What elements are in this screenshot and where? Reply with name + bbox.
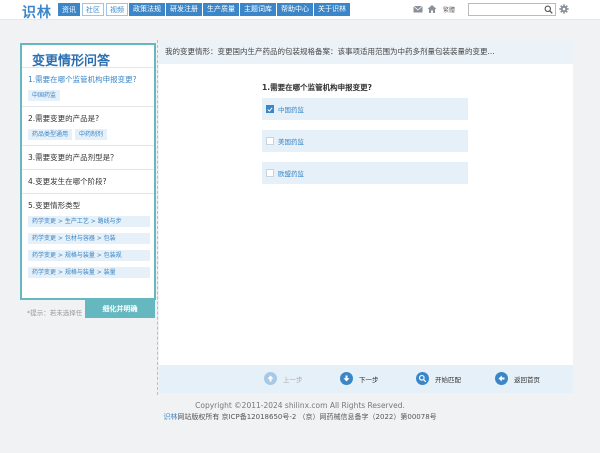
start-match-button[interactable]: 开始匹配 — [416, 372, 461, 385]
nav-community[interactable]: 社区 — [82, 3, 104, 16]
answer-tag[interactable]: 药学变更 > 包材与容器 > 包装 — [28, 233, 150, 244]
checkbox-checked[interactable] — [266, 105, 274, 113]
icp-line: 识林网站版权所有 京ICP备12018650号-2 （京）网药械信息备字（202… — [0, 412, 600, 422]
answer-tag[interactable]: 药学变更 > 规格与装量 > 装量 — [28, 267, 150, 278]
option-label: 美国药监 — [278, 138, 304, 146]
nav-rd[interactable]: 研发注册 — [166, 3, 202, 16]
back-home-button[interactable]: 返回首页 — [495, 372, 540, 385]
arrow-up-icon — [264, 372, 277, 385]
nav-help[interactable]: 帮助中心 — [277, 3, 313, 16]
option-label: 欧盟药监 — [278, 170, 304, 178]
question-5: 5.变更情形类型 药学变更 > 生产工艺 > 路线与步 药学变更 > 包材与容器… — [22, 193, 154, 285]
gear-icon[interactable] — [559, 4, 569, 14]
nav-glossary[interactable]: 主题词库 — [240, 3, 276, 16]
question-4: 4.变更发生在哪个阶段? — [22, 169, 154, 193]
mail-icon[interactable] — [413, 4, 423, 14]
icp-text: 网站版权所有 京ICP备12018650号-2 （京）网药械信息备字（2022）… — [177, 413, 437, 421]
action-bar: 上一步 下一步 开始匹配 返回首页 — [159, 365, 573, 393]
match-label: 开始匹配 — [435, 375, 461, 384]
question-title[interactable]: 3.需要变更的产品剂型是？ — [28, 152, 149, 163]
answer-tag[interactable]: 药品类型通用 — [28, 129, 73, 140]
answer-tag[interactable]: 药学变更 > 生产工艺 > 路线与步 — [28, 216, 150, 227]
option-label: 中国药监 — [278, 106, 304, 114]
nav-news[interactable]: 资讯 — [58, 3, 80, 16]
next-label: 下一步 — [359, 375, 379, 384]
home-label: 返回首页 — [514, 375, 540, 384]
divider — [157, 40, 158, 395]
search-icon — [416, 372, 429, 385]
question-title[interactable]: 2.需要变更的产品是? — [28, 113, 149, 124]
option-eu[interactable]: 欧盟药监 — [262, 162, 468, 184]
arrow-down-icon — [340, 372, 353, 385]
top-bar: 识林 资讯 社区 视频 政策法规 研发注册 生产质量 主题词库 帮助中心 关于识… — [0, 0, 600, 22]
answer-tag[interactable]: 中药制剂 — [75, 129, 108, 140]
nav-video[interactable]: 视频 — [106, 3, 128, 16]
site-logo[interactable]: 识林 — [22, 2, 52, 22]
check-icon — [267, 106, 273, 112]
small-nav: 资讯 社区 视频 — [58, 3, 128, 16]
question-1: 1.需要在哪个监管机构申报变更? 中国药监 — [22, 67, 154, 106]
home-icon[interactable] — [427, 4, 437, 14]
checkbox[interactable] — [266, 137, 274, 145]
refine-button[interactable]: 细化并明确 — [85, 300, 155, 318]
arrow-left-icon — [495, 372, 508, 385]
search-input[interactable] — [468, 3, 556, 16]
next-button[interactable]: 下一步 — [340, 372, 379, 385]
search-icon[interactable] — [544, 5, 553, 14]
answer-tag[interactable]: 中国药监 — [28, 90, 61, 101]
question-panel: 变更情形问答 1.需要在哪个监管机构申报变更? 中国药监 2.需要变更的产品是?… — [20, 43, 156, 300]
tips-text: *提示：若未选择任 — [27, 309, 83, 317]
current-scenario: 我的变更情形：变更国内生产药品的包装规格备案：该事项适用范围为中药多剂量包装装量… — [159, 40, 573, 64]
prev-button[interactable]: 上一步 — [264, 372, 303, 385]
question-title[interactable]: 4.变更发生在哪个阶段? — [28, 176, 149, 187]
prev-label: 上一步 — [283, 375, 303, 384]
language-switch[interactable]: 繁體 — [443, 5, 455, 14]
answer-tag[interactable]: 药学变更 > 规格与装量 > 包装规 — [28, 250, 150, 261]
footer-brand-link[interactable]: 识林 — [163, 413, 177, 421]
option-us[interactable]: 美国药监 — [262, 130, 468, 152]
panel-title: 变更情形问答 — [32, 54, 111, 69]
nav-quality[interactable]: 生产质量 — [203, 3, 239, 16]
checkbox[interactable] — [266, 169, 274, 177]
question-title[interactable]: 5.变更情形类型 — [28, 200, 149, 211]
question-2: 2.需要变更的产品是? 药品类型通用 中药制剂 — [22, 106, 154, 145]
current-question: 1.需要在哪个监管机构申报变更? — [262, 83, 372, 92]
nav-about[interactable]: 关于识林 — [314, 3, 350, 16]
question-title[interactable]: 1.需要在哪个监管机构申报变更? — [28, 74, 149, 85]
top-icons: 繁體 — [413, 4, 455, 14]
question-3: 3.需要变更的产品剂型是？ — [22, 145, 154, 169]
copyright: Copyright ©2011-2024 shilinx.com All Rig… — [195, 401, 405, 410]
nav-policy[interactable]: 政策法规 — [129, 3, 165, 16]
answer-panel: 我的变更情形：变更国内生产药品的包装规格备案：该事项适用范围为中药多剂量包装装量… — [159, 40, 573, 365]
main-nav: 政策法规 研发注册 生产质量 主题词库 帮助中心 关于识林 — [129, 3, 350, 16]
option-china[interactable]: 中国药监 — [262, 98, 468, 120]
